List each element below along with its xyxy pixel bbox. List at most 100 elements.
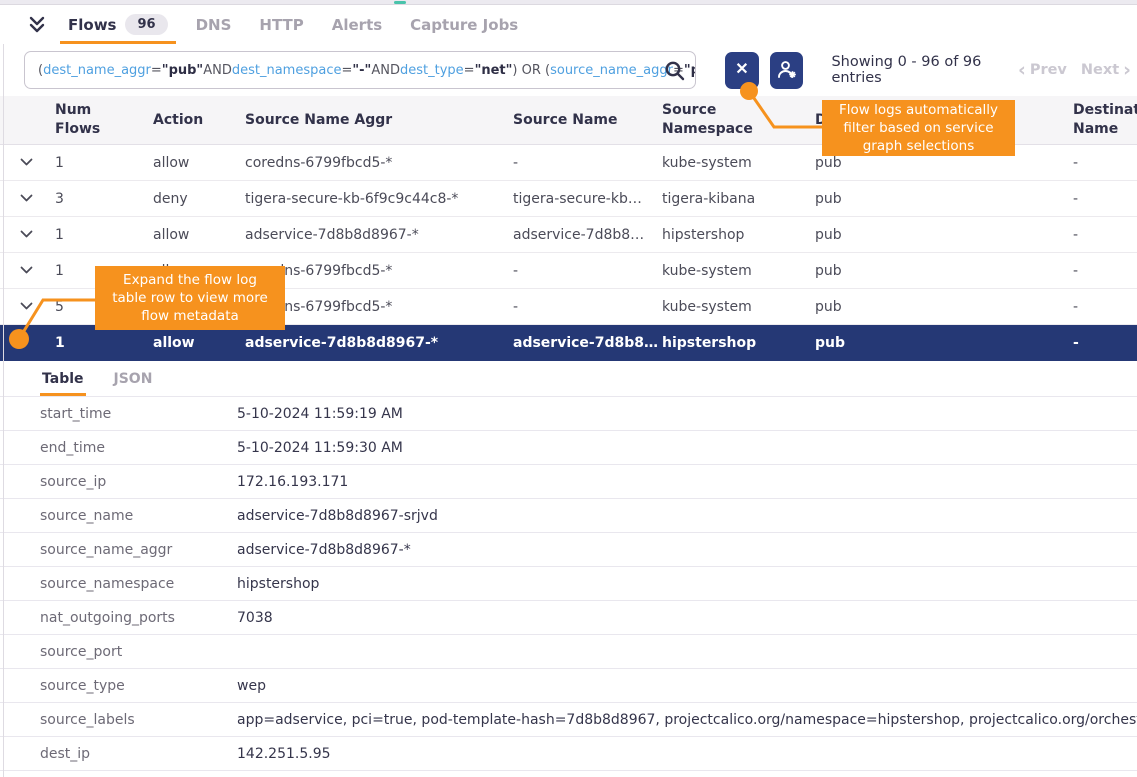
tab-capture-jobs[interactable]: Capture Jobs [396,5,532,44]
detail-field-key: source_type [40,678,237,694]
detail-field-key: start_time [40,406,237,422]
detail-field-key: source_name [40,508,237,524]
expand-chevron-icon [20,158,33,167]
detail-field-key: source_port [40,644,237,660]
detail-field-row: source_nameadservice-7d8b8d8967-srjvd [0,499,1137,533]
cell-source-name-aggr: adservice-7d8b8d8967-* [245,227,513,243]
expand-row-toggle[interactable] [0,266,55,275]
cell-action: allow [153,155,245,171]
cell-source-namespace: hipstershop [662,227,815,243]
cell-destination-name: - [1073,227,1137,243]
double-chevron-down-icon [26,16,48,34]
cell-num-flows: 1 [55,155,153,171]
cell-source-name: - [513,263,662,279]
query-segment-op: = [464,63,475,78]
flow-detail-tabs: Table JSON [0,361,1137,397]
cell-num-flows: 3 [55,191,153,207]
expand-chevron-icon [20,302,33,311]
cell-destination-name: - [1073,299,1137,315]
callout-filter-note: Flow logs automatically filter based on … [822,100,1015,156]
query-segment-val: "net" [475,63,513,78]
clear-filter-button[interactable]: ✕ [725,52,759,89]
detail-field-value: 7038 [237,610,1137,626]
next-page-button[interactable]: Next› [1081,61,1131,80]
query-segment-op: = [151,63,162,78]
expand-row-toggle[interactable] [0,230,55,239]
cell-source-namespace: kube-system [662,299,815,315]
filter-query-input[interactable]: (dest_name_aggr = "pub" AND dest_namespa… [24,51,696,89]
cell-source-name-aggr: adservice-7d8b8d8967-* [245,335,513,351]
detail-field-value: wep [237,678,1137,694]
cell-destination-name: - [1073,335,1137,351]
cell-dest-name-aggr: pub [815,191,1073,207]
detail-field-value: 142.251.5.95 [237,746,1137,762]
expand-chevron-icon [20,266,33,275]
tab-flows[interactable]: Flows 96 [54,5,182,44]
cell-dest-name-aggr: pub [815,263,1073,279]
cell-source-namespace: hipstershop [662,335,815,351]
user-settings-button[interactable] [770,52,804,89]
search-icon[interactable] [664,60,686,86]
detail-field-row: start_time5-10-2024 11:59:19 AM [0,397,1137,431]
cell-dest-name-aggr: pub [815,299,1073,315]
header-action: Action [153,111,245,130]
expand-chevron-icon [20,194,33,203]
person-gear-icon [775,58,799,82]
detail-field-key: source_labels [40,712,237,728]
cell-source-name-aggr: coredns-6799fbcd5-* [245,263,513,279]
detail-field-row: nat_outgoing_ports7038 [0,601,1137,635]
header-source-namespace: Source Namespace [662,101,815,139]
detail-field-key: end_time [40,440,237,456]
query-segment-op: = [341,63,352,78]
query-segment-val: "-" [352,63,371,78]
query-segment-punct: ) OR ( [512,63,550,78]
detail-field-key: source_namespace [40,576,237,592]
cell-source-name-aggr: coredns-6799fbcd5-* [245,299,513,315]
tab-alerts[interactable]: Alerts [318,5,396,44]
prev-page-button[interactable]: ‹Prev [1018,61,1067,80]
cell-dest-name-aggr: pub [815,227,1073,243]
cell-source-name: tigera-secure-kb… [513,191,662,207]
panel-left-border [3,44,4,777]
expand-row-toggle[interactable] [0,194,55,203]
cell-source-name: - [513,155,662,171]
cell-source-namespace: tigera-kibana [662,191,815,207]
flow-row[interactable]: 1allowadservice-7d8b8d8967-*adservice-7d… [0,217,1137,253]
chevron-left-icon: ‹ [1018,61,1026,80]
chevron-right-icon: › [1123,61,1131,80]
flow-detail-table: start_time5-10-2024 11:59:19 AMend_time5… [0,397,1137,771]
collapse-panel-button[interactable] [20,10,54,40]
flow-row-selected[interactable]: 1allowadservice-7d8b8d8967-*adservice-7d… [0,325,1137,361]
log-type-tabbar: Flows 96 DNS HTTP Alerts Capture Jobs [0,5,1137,44]
expand-chevron-icon [20,230,33,239]
header-destination-name: Destination Name [1073,101,1137,139]
detail-field-row: dest_ip142.251.5.95 [0,737,1137,771]
tab-http[interactable]: HTTP [245,5,317,44]
cell-action: deny [153,191,245,207]
query-segment-op: AND [203,63,232,78]
expand-row-toggle[interactable] [0,158,55,167]
query-segment-field: dest_namespace [232,63,342,78]
detail-field-row: end_time5-10-2024 11:59:30 AM [0,431,1137,465]
expand-row-toggle[interactable] [0,302,55,311]
query-segment-op: AND [371,63,400,78]
pagination: ‹Prev Next› [1018,61,1131,80]
detail-field-key: nat_outgoing_ports [40,610,237,626]
cell-destination-name: - [1073,263,1137,279]
flow-row[interactable]: 3denytigera-secure-kb-6f9c9c44c8-*tigera… [0,181,1137,217]
detail-field-value: 172.16.193.171 [237,474,1137,490]
callout-expand-note: Expand the flow log table row to view mo… [95,266,285,330]
query-segment-val: "pub" [162,63,203,78]
cell-dest-name-aggr: pub [815,335,1073,351]
cell-source-name-aggr: coredns-6799fbcd5-* [245,155,513,171]
detail-field-value: 5-10-2024 11:59:30 AM [237,440,1137,456]
filter-toolbar: (dest_name_aggr = "pub" AND dest_namespa… [0,44,1137,96]
tab-dns[interactable]: DNS [182,5,246,44]
header-num-flows: Num Flows [55,101,153,139]
cell-action: allow [153,227,245,243]
detail-tab-json[interactable]: JSON [112,363,155,396]
query-segment-field: dest_type [400,63,464,78]
detail-field-row: source_namespacehipstershop [0,567,1137,601]
detail-tab-table[interactable]: Table [40,363,86,396]
detail-field-row: source_typewep [0,669,1137,703]
